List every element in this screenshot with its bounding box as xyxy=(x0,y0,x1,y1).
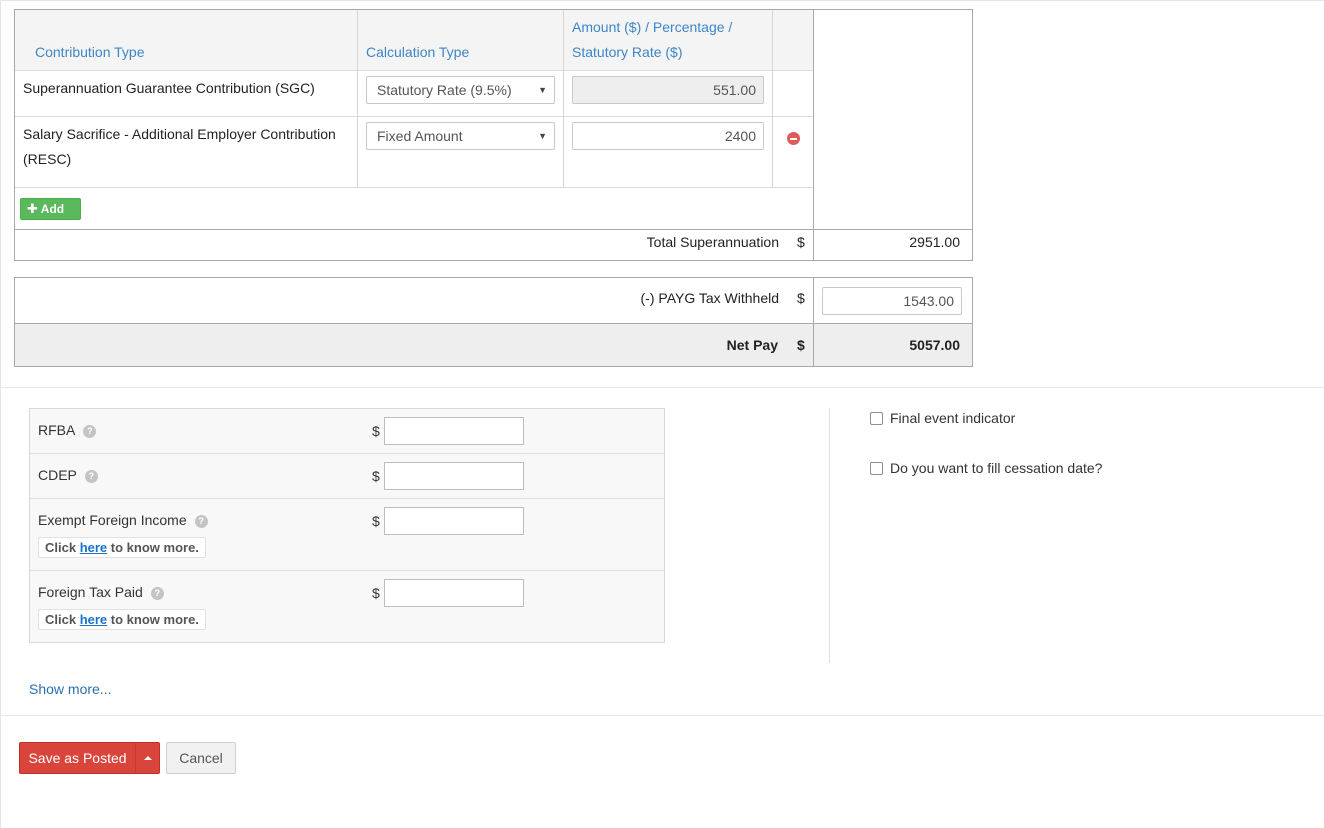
net-pay-currency: $ xyxy=(797,337,805,353)
save-options-dropdown-button[interactable] xyxy=(135,742,160,774)
final-event-label: Final event indicator xyxy=(890,410,1016,426)
foreign-tax-paid-text: Foreign Tax Paid xyxy=(38,584,143,600)
total-superannuation-value: 2951.00 xyxy=(909,234,960,250)
help-circle-icon[interactable]: ? xyxy=(194,515,208,528)
vertical-divider xyxy=(829,408,830,663)
plus-icon: ✚ xyxy=(27,201,38,216)
column-divider xyxy=(563,10,564,187)
foreign-tax-paid-label: Foreign Tax Paid? xyxy=(38,582,164,602)
column-divider xyxy=(813,324,814,366)
header-calculation-type: Calculation Type xyxy=(366,44,470,60)
net-pay-value: 5057.00 xyxy=(909,337,960,353)
foreign-tax-paid-input[interactable] xyxy=(384,579,524,607)
cdep-currency: $ xyxy=(372,468,380,484)
tip-prefix: Click xyxy=(45,612,77,627)
cdep-label: CDEP? xyxy=(38,465,98,485)
rfba-label-text: RFBA xyxy=(38,422,76,438)
left-border xyxy=(0,0,1,828)
column-divider xyxy=(813,10,814,260)
tip-suffix: to know more. xyxy=(110,540,199,555)
exempt-currency: $ xyxy=(372,513,380,529)
exempt-foreign-income-label: Exempt Foreign Income? xyxy=(38,510,208,530)
amount-input-resc[interactable]: 2400 xyxy=(572,122,764,150)
cancel-button[interactable]: Cancel xyxy=(166,742,236,774)
save-as-posted-button[interactable]: Save as Posted xyxy=(19,742,136,774)
rfba-input[interactable] xyxy=(384,417,524,445)
total-divider xyxy=(15,229,972,230)
dropdown-caret-icon: ▼ xyxy=(538,131,547,141)
dropdown-caret-icon: ▼ xyxy=(538,85,547,95)
exempt-help-tip: Click here to know more. xyxy=(38,537,206,558)
row-divider xyxy=(15,187,813,188)
foreign-tax-currency: $ xyxy=(372,585,380,601)
section-divider xyxy=(0,715,1324,716)
rfba-currency: $ xyxy=(372,423,380,439)
extra-fields-panel: RFBA? $ CDEP? $ Exempt Foreign Income? $… xyxy=(29,408,665,643)
calculation-type-value: Statutory Rate (9.5%) xyxy=(377,82,512,98)
cessation-date-label: Do you want to fill cessation date? xyxy=(890,460,1103,476)
row-divider xyxy=(30,498,664,499)
header-amount-line2: Statutory Rate ($) xyxy=(572,44,683,60)
row-divider xyxy=(15,116,813,117)
column-divider xyxy=(772,10,773,187)
exempt-foreign-income-text: Exempt Foreign Income xyxy=(38,512,187,528)
show-more-link[interactable]: Show more... xyxy=(29,680,111,698)
help-circle-icon[interactable]: ? xyxy=(84,470,98,483)
row-divider xyxy=(30,570,664,571)
net-pay-row: Net Pay $ 5057.00 xyxy=(15,323,972,366)
cdep-input[interactable] xyxy=(384,462,524,490)
net-pay-label: Net Pay xyxy=(726,337,778,353)
contribution-type-resc-line2: (RESC) xyxy=(23,151,72,167)
top-border xyxy=(0,0,1324,1)
row-divider xyxy=(30,453,664,454)
help-circle-icon[interactable]: ? xyxy=(150,587,164,600)
payg-net-pay-table: (-) PAYG Tax Withheld $ 1543.00 Net Pay … xyxy=(14,277,973,367)
header-amount-line1: Amount ($) / Percentage / xyxy=(572,19,733,35)
total-superannuation-label: Total Superannuation xyxy=(646,234,779,250)
calculation-type-value: Fixed Amount xyxy=(377,128,463,144)
tip-prefix: Click xyxy=(45,540,77,555)
section-divider xyxy=(0,387,1324,388)
contribution-type-resc-line1: Salary Sacrifice - Additional Employer C… xyxy=(23,126,336,142)
payg-currency: $ xyxy=(797,290,805,306)
know-more-link[interactable]: here xyxy=(80,612,107,627)
add-button-label: Add xyxy=(40,202,65,216)
cessation-date-checkbox[interactable] xyxy=(870,462,883,475)
final-event-checkbox[interactable] xyxy=(870,412,883,425)
payg-label: (-) PAYG Tax Withheld xyxy=(640,290,779,306)
calculation-type-select-sgc[interactable]: Statutory Rate (9.5%) ▼ xyxy=(366,76,555,104)
payg-tax-input[interactable]: 1543.00 xyxy=(822,287,962,315)
exempt-foreign-income-input[interactable] xyxy=(384,507,524,535)
foreign-tax-help-tip: Click here to know more. xyxy=(38,609,206,630)
add-contribution-button[interactable]: ✚ Add xyxy=(20,198,81,232)
superannuation-table: Contribution Type Calculation Type Amoun… xyxy=(14,9,973,261)
tip-suffix: to know more. xyxy=(110,612,199,627)
know-more-link[interactable]: here xyxy=(80,540,107,555)
rfba-label: RFBA? xyxy=(38,420,97,440)
amount-input-sgc: 551.00 xyxy=(572,76,764,104)
remove-circle-icon[interactable] xyxy=(787,132,800,145)
header-contribution-type: Contribution Type xyxy=(35,44,145,60)
help-circle-icon[interactable]: ? xyxy=(83,425,97,438)
total-currency: $ xyxy=(797,234,805,250)
contribution-type-sgc: Superannuation Guarantee Contribution (S… xyxy=(23,80,315,96)
calculation-type-select-resc[interactable]: Fixed Amount ▼ xyxy=(366,122,555,150)
cdep-label-text: CDEP xyxy=(38,467,77,483)
column-divider xyxy=(357,10,358,187)
